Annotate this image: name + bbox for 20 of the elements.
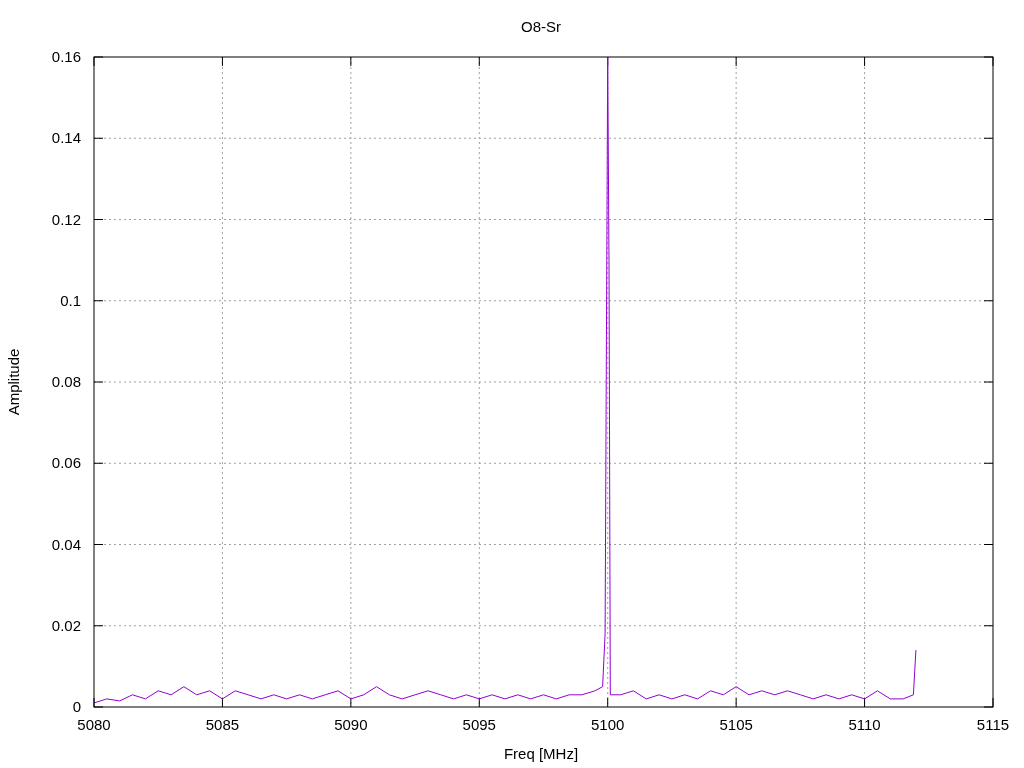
- x-tick-label: 5090: [334, 716, 368, 733]
- y-tick-label: 0.08: [51, 373, 81, 390]
- x-tick-label: 5095: [462, 716, 496, 733]
- x-tick-label: 5115: [976, 716, 1010, 733]
- x-axis-label: Freq [MHz]: [503, 745, 579, 762]
- x-tick-label: 5100: [591, 716, 625, 733]
- x-tick-label: 5085: [205, 716, 240, 733]
- x-tick-label: 5105: [719, 716, 753, 733]
- y-tick-label: 0.12: [51, 210, 81, 228]
- y-tick-label: 0.16: [51, 48, 81, 65]
- y-tick-label: 0.06: [51, 454, 81, 472]
- y-tick-label: 0.14: [51, 129, 81, 147]
- y-tick-label: 0.02: [51, 616, 81, 634]
- x-tick-label: 5080: [77, 716, 111, 733]
- y-tick-label: 0.1: [60, 291, 81, 309]
- y-tick-label: 0.04: [51, 535, 81, 553]
- y-axis-label: Amplitude: [5, 348, 22, 416]
- x-tick-label: 5110: [848, 716, 881, 733]
- y-tick-label: 0: [72, 698, 81, 715]
- chart-title: O8-Sr: [521, 18, 561, 35]
